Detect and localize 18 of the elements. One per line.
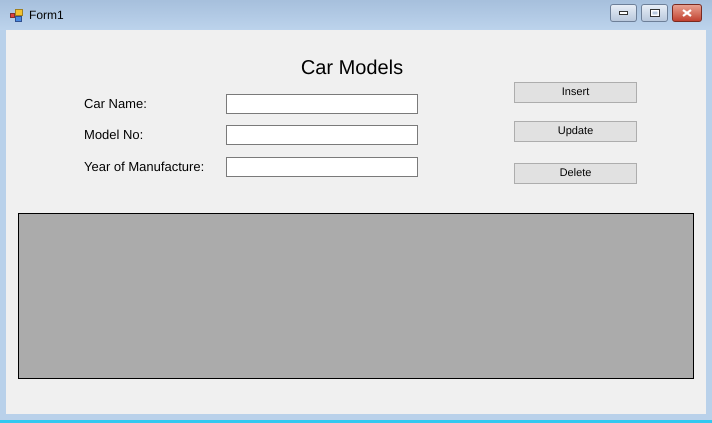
field-label: Car Name:: [84, 95, 148, 114]
minimize-icon: [619, 11, 628, 15]
text-field[interactable]: [226, 157, 418, 177]
window-title: Form1: [29, 7, 64, 24]
text-field[interactable]: [226, 94, 418, 114]
action-button[interactable]: Insert: [514, 82, 637, 103]
form-heading: Car Models: [300, 56, 404, 81]
field-label: Model No:: [84, 126, 144, 144]
field-label: Year of Manufacture:: [84, 158, 206, 176]
minimize-button[interactable]: [610, 4, 637, 22]
app-icon: [10, 8, 24, 22]
action-button[interactable]: Delete: [514, 163, 637, 184]
action-button[interactable]: Update: [514, 121, 637, 142]
maximize-button[interactable]: [641, 4, 668, 22]
text-field[interactable]: [226, 125, 418, 145]
maximize-icon: [650, 9, 660, 17]
close-button[interactable]: [672, 4, 702, 22]
close-icon: [682, 9, 692, 17]
